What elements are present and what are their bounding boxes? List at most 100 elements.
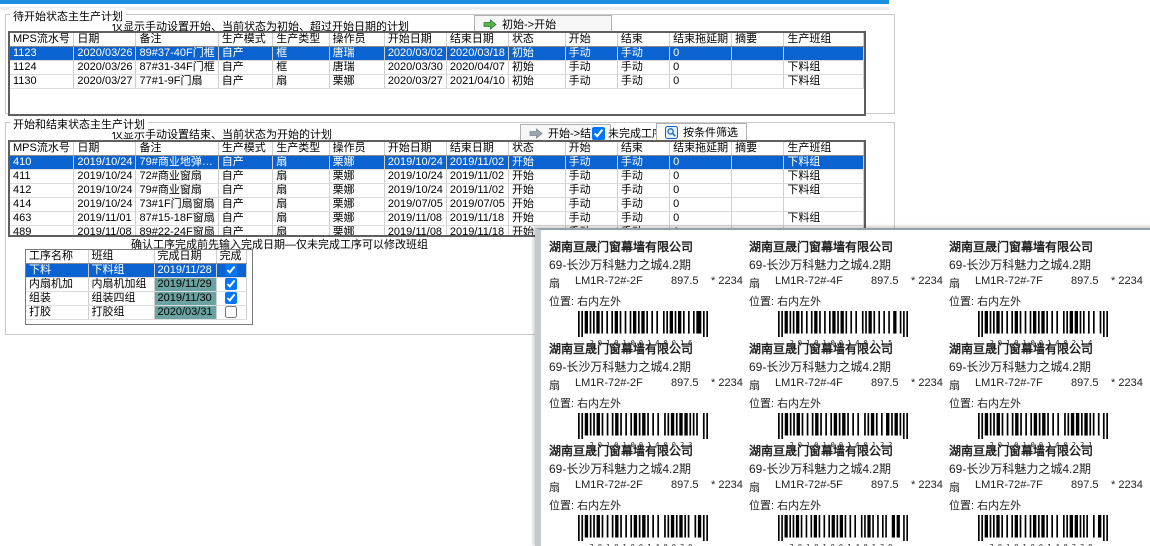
label-spec-code: LM1R-72#-4F <box>775 275 871 291</box>
cell: 手动 <box>617 75 669 89</box>
column-header[interactable]: MPS流水号 <box>10 33 74 47</box>
table-row[interactable]: 打胶打胶组2020/03/31 <box>26 306 246 320</box>
column-header[interactable]: 生产模式 <box>218 33 273 47</box>
table-row[interactable]: 11242020/03/2687#31-34F门框自产框唐瑞2020/03/30… <box>10 61 864 75</box>
column-header[interactable]: 开始日期 <box>384 33 446 47</box>
cell: 开始 <box>508 184 565 198</box>
label-company: 湖南亘晟门窗幕墙有限公司 <box>749 340 945 357</box>
cell: 唐瑞 <box>329 61 384 75</box>
cell: 手动 <box>617 170 669 184</box>
cell: 0 <box>670 184 732 198</box>
label-height: * 2234 <box>1111 275 1143 291</box>
table-row[interactable]: 下料下料组2019/11/28 <box>26 264 246 278</box>
cell: 下料组 <box>784 212 864 226</box>
done-checkbox[interactable] <box>225 306 237 318</box>
cell: 扇 <box>273 170 329 184</box>
cell: 2019/11/01 <box>74 212 136 226</box>
cell: 下料组 <box>784 156 864 170</box>
cell: 0 <box>670 47 732 61</box>
column-header[interactable]: 状态 <box>508 142 565 156</box>
label-type: 扇 <box>549 479 575 495</box>
label-project: 69-长沙万科魅力之城4.2期 <box>949 358 1145 375</box>
column-header[interactable]: 操作员 <box>329 142 384 156</box>
column-header[interactable]: 摘要 <box>732 142 784 156</box>
table-row[interactable]: 11302020/03/2777#1-9F门扇自产扇栗娜2020/03/2720… <box>10 75 864 89</box>
column-header[interactable]: 结束 <box>617 33 669 47</box>
cell: 手动 <box>617 61 669 75</box>
table-row[interactable]: 4632019/11/0187#15-18F窗扇自产扇栗娜2019/11/082… <box>10 212 864 226</box>
label-position: 位置: 右内左外 <box>949 293 1145 309</box>
column-header[interactable]: 完成日期 <box>154 250 216 264</box>
start-end-table: MPS流水号日期备注生产模式生产类型操作员开始日期结束日期状态开始结束结束拖延期… <box>10 142 864 237</box>
label-company: 湖南亘晟门窗幕墙有限公司 <box>949 442 1145 459</box>
unfinished-checkbox[interactable] <box>592 127 605 140</box>
column-header[interactable]: 结束日期 <box>446 142 508 156</box>
label-spec-row: 扇LM1R-72#-2F897.5* 2234 <box>549 479 745 495</box>
table-row[interactable]: 4102019/10/2479#商业地弹…自产扇栗娜2019/10/242019… <box>10 156 864 170</box>
window-top-accent <box>0 0 889 4</box>
table-row[interactable]: 组装组装四组2019/11/30 <box>26 292 246 306</box>
cell: 2019/11/02 <box>446 170 508 184</box>
table-row[interactable]: 11232020/03/2689#37-40F门框自产框唐瑞2020/03/02… <box>10 47 864 61</box>
column-header[interactable]: 开始日期 <box>384 142 446 156</box>
column-header[interactable]: 生产类型 <box>273 33 329 47</box>
column-header[interactable]: 结束拖延期 <box>670 142 732 156</box>
filter-by-condition-button[interactable]: 按条件筛选 <box>656 123 747 141</box>
column-header[interactable]: 结束拖延期 <box>670 33 732 47</box>
done-checkbox[interactable] <box>225 264 237 276</box>
label-company: 湖南亘晟门窗幕墙有限公司 <box>549 238 745 255</box>
green-arrow-icon <box>483 19 497 30</box>
cell: 手动 <box>617 212 669 226</box>
cell: 开始 <box>508 212 565 226</box>
label-height: * 2234 <box>911 275 943 291</box>
cell <box>732 75 784 89</box>
column-header[interactable]: 生产班组 <box>784 33 864 47</box>
cell: 扇 <box>273 198 329 212</box>
cell: 0 <box>670 75 732 89</box>
column-header[interactable]: 结束 <box>617 142 669 156</box>
cell: 下料组 <box>784 61 864 75</box>
cell: 自产 <box>218 198 273 212</box>
cell: 手动 <box>565 47 617 61</box>
cell: 2019/10/24 <box>74 156 136 170</box>
table-row[interactable]: 4122019/10/2479#商业窗扇自产扇栗娜2019/10/242019/… <box>10 184 864 198</box>
column-header[interactable]: 完成 <box>216 250 246 264</box>
column-header[interactable]: 生产班组 <box>784 142 864 156</box>
column-header[interactable]: 开始 <box>565 33 617 47</box>
unfinished-process-checkbox-wrap[interactable]: 未完成工序 <box>592 125 663 141</box>
label-project: 69-长沙万科魅力之城4.2期 <box>549 256 745 273</box>
done-checkbox[interactable] <box>225 292 237 304</box>
cell: 组装 <box>26 292 88 306</box>
column-header[interactable]: 备注 <box>136 142 218 156</box>
table-row[interactable]: 4142019/10/2473#1F门扇窗扇自产扇栗娜2019/07/05201… <box>10 198 864 212</box>
column-header[interactable]: 生产类型 <box>273 142 329 156</box>
table-row[interactable]: 内扇机加内扇机加组2019/11/29 <box>26 278 246 292</box>
label-company: 湖南亘晟门窗幕墙有限公司 <box>749 442 945 459</box>
table-row[interactable]: 4112019/10/2472#商业窗扇自产扇栗娜2019/10/242019/… <box>10 170 864 184</box>
cell: 2019/11/28 <box>154 264 216 278</box>
cell: 下料组 <box>784 75 864 89</box>
column-header[interactable]: MPS流水号 <box>10 142 74 156</box>
column-header[interactable]: 工序名称 <box>26 250 88 264</box>
column-header[interactable]: 结束日期 <box>446 33 508 47</box>
label-position: 位置: 右内左外 <box>949 395 1145 411</box>
column-header[interactable]: 班组 <box>88 250 154 264</box>
column-header[interactable]: 开始 <box>565 142 617 156</box>
cell: 0 <box>670 156 732 170</box>
cell: 扇 <box>273 75 329 89</box>
column-header[interactable]: 备注 <box>136 33 218 47</box>
barcode: 2010100140030 <box>577 515 709 546</box>
label-spec-code: LM1R-72#-7F <box>975 275 1071 291</box>
done-checkbox[interactable] <box>225 278 237 290</box>
label-width: 897.5 <box>871 275 911 291</box>
column-header[interactable]: 生产模式 <box>218 142 273 156</box>
column-header[interactable]: 操作员 <box>329 33 384 47</box>
cell: 2019/10/24 <box>74 198 136 212</box>
done-checkbox-cell <box>216 292 246 306</box>
label-spec-row: 扇LM1R-72#-7F897.5* 2234 <box>949 377 1145 393</box>
column-header[interactable]: 状态 <box>508 33 565 47</box>
column-header[interactable]: 日期 <box>74 33 136 47</box>
column-header[interactable]: 摘要 <box>732 33 784 47</box>
cell: 2019/10/24 <box>384 170 446 184</box>
column-header[interactable]: 日期 <box>74 142 136 156</box>
